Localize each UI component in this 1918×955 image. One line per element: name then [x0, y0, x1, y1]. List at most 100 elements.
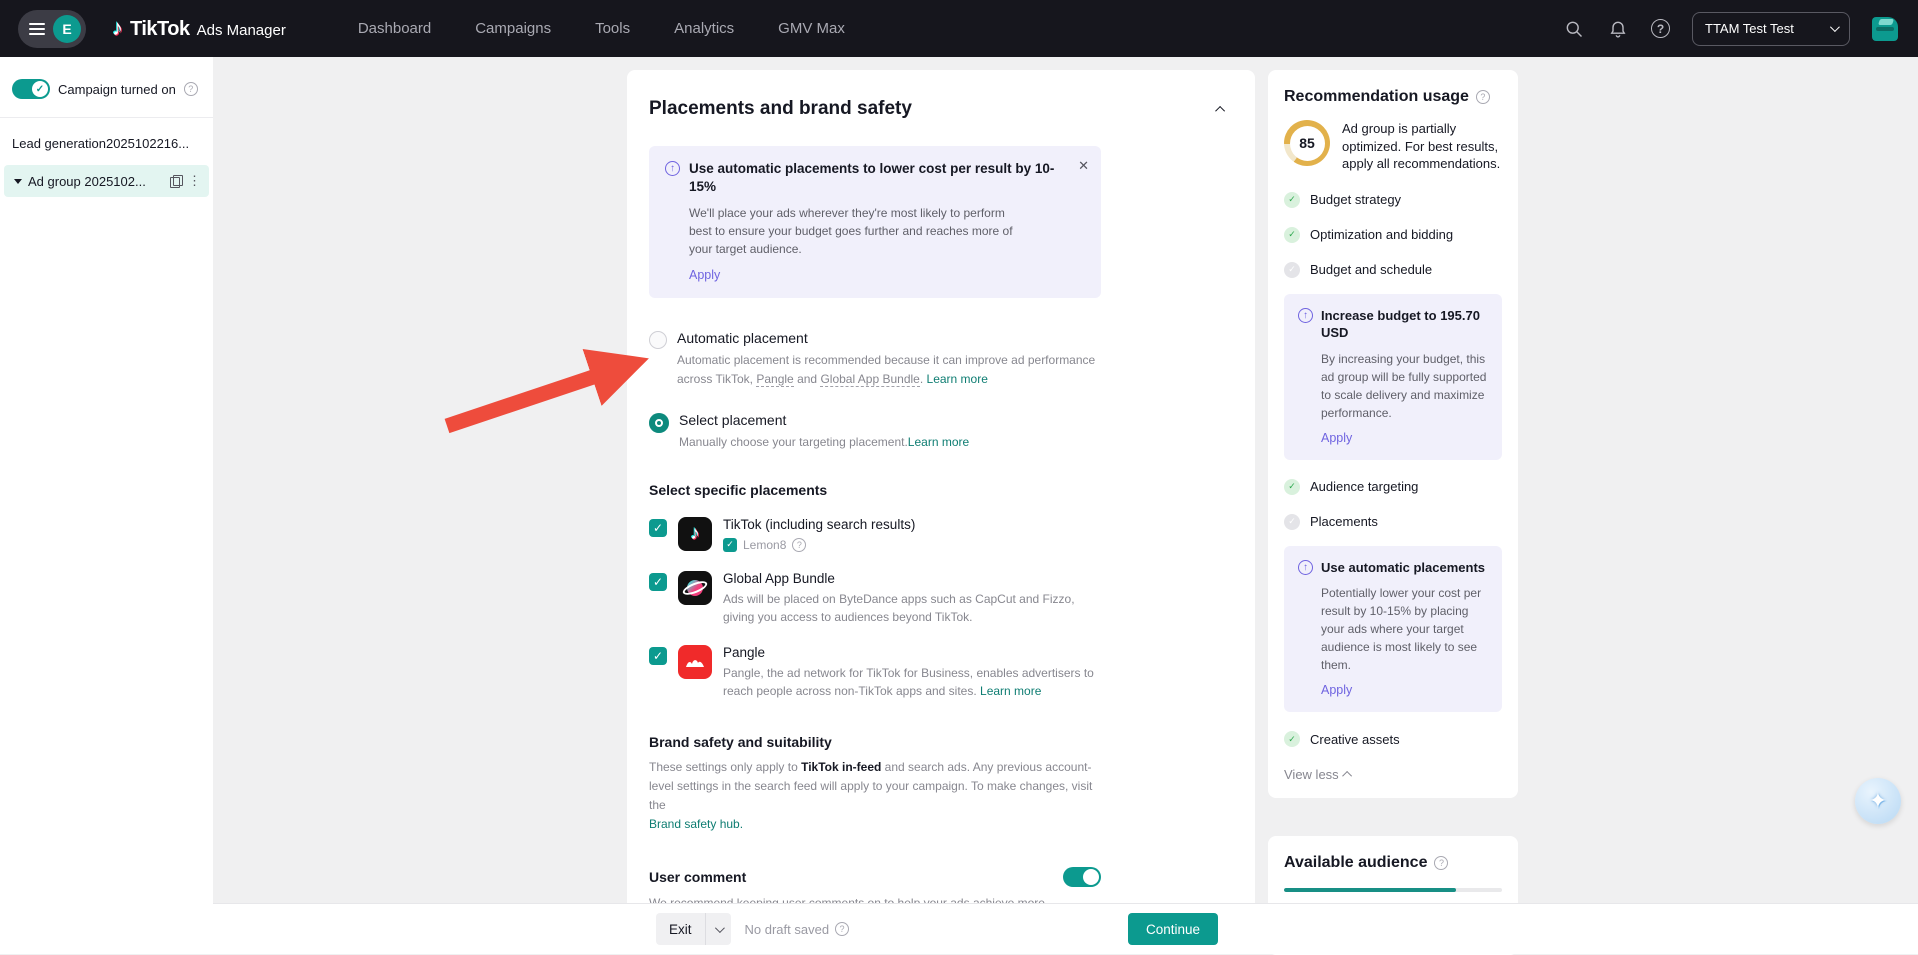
draft-help-icon[interactable]: ?: [835, 922, 850, 936]
gab-checkbox[interactable]: ✓: [649, 572, 667, 591]
lemon8-checkbox[interactable]: ✓: [723, 537, 737, 552]
audience-help-icon[interactable]: ?: [1434, 856, 1449, 871]
select-placement-label[interactable]: Select placement: [679, 412, 969, 428]
left-sidebar: ✓ Campaign turned on ? Lead generation20…: [0, 57, 213, 954]
chevron-up-icon: [1341, 771, 1352, 782]
recommendation-summary: Ad group is partially optimized. For bes…: [1342, 121, 1501, 172]
exit-button-label[interactable]: Exit: [656, 922, 705, 937]
kebab-menu-icon[interactable]: ⋮: [188, 173, 201, 189]
auto-desc-joiner: and: [793, 371, 821, 386]
pangle-checkbox[interactable]: ✓: [649, 646, 667, 665]
account-selector-dropdown[interactable]: TTAM Test Test: [1692, 11, 1850, 46]
campaign-toggle-help-icon[interactable]: ?: [183, 82, 198, 96]
chevron-down-icon: [1829, 22, 1840, 33]
check-circle-icon: ✓: [1284, 191, 1300, 208]
increase-budget-suggestion-card: ↑ Increase budget to 195.70 USD By incre…: [1284, 293, 1502, 460]
help-icon[interactable]: ?: [1651, 19, 1670, 38]
placement-pangle-row: ✓ Pangle Pangle, the ad network for TikT…: [649, 644, 1101, 700]
user-avatar[interactable]: E: [53, 14, 81, 43]
suggestion-body: By increasing your budget, this ad group…: [1321, 351, 1487, 420]
rec-item-budget-schedule[interactable]: ✓ Budget and schedule: [1284, 261, 1502, 278]
check-circle-icon: ✓: [1284, 731, 1300, 748]
user-comment-toggle[interactable]: [1063, 866, 1101, 887]
rec-item-budget-strategy[interactable]: ✓ Budget strategy: [1284, 191, 1502, 208]
lemon8-help-icon[interactable]: ?: [792, 537, 807, 552]
tiktok-placement-label: TikTok (including search results): [723, 516, 916, 532]
exit-split-button[interactable]: Exit: [656, 913, 731, 945]
rec-item-label: Placements: [1310, 514, 1378, 530]
check-circle-icon: ✓: [1284, 226, 1300, 243]
user-comment-desc: We recommend keeping user comments on to…: [649, 894, 1101, 903]
rec-item-label: Audience targeting: [1310, 479, 1419, 495]
auto-placements-apply-link[interactable]: Apply: [1321, 683, 1352, 697]
pending-circle-icon: ✓: [1284, 513, 1300, 530]
pangle-app-icon: [678, 644, 712, 679]
audience-size-bar: [1284, 888, 1502, 893]
pending-circle-icon: ✓: [1284, 261, 1300, 278]
automatic-placement-radio[interactable]: [649, 331, 667, 350]
tiktok-ads-manager-logo[interactable]: ♪ TikTok Ads Manager: [112, 16, 286, 41]
recommendation-help-icon[interactable]: ?: [1475, 90, 1490, 104]
right-panel: Recommendation usage ? 85 Ad group is pa…: [1268, 70, 1518, 955]
select-placement-radio[interactable]: [649, 413, 669, 434]
close-icon[interactable]: ✕: [1078, 158, 1089, 174]
select-placement-option: Select placement Manually choose your ta…: [649, 412, 1101, 452]
tiktok-checkbox[interactable]: ✓: [649, 518, 667, 537]
pangle-term[interactable]: Pangle: [756, 371, 794, 387]
nav-item-dashboard[interactable]: Dashboard: [358, 20, 431, 37]
nav-item-gmv-max[interactable]: GMV Max: [778, 20, 845, 37]
rec-item-optimization-bidding[interactable]: ✓ Optimization and bidding: [1284, 226, 1502, 243]
pangle-placement-label: Pangle: [723, 644, 766, 660]
account-selector-value: TTAM Test Test: [1705, 21, 1794, 36]
sidebar-adgroup-item[interactable]: Ad group 2025102... ⋮: [4, 165, 209, 197]
suggestion-title: Use automatic placements: [1321, 559, 1486, 575]
user-comment-title: User comment: [649, 868, 747, 885]
automatic-learn-more-link[interactable]: Learn more: [927, 372, 988, 386]
gab-placement-desc: Ads will be placed on ByteDance apps suc…: [723, 591, 1075, 624]
nav-menu-pill[interactable]: E: [18, 9, 86, 48]
brand-safety-hub-link[interactable]: Brand safety hub.: [649, 817, 743, 831]
global-app-bundle-icon: [678, 570, 712, 605]
bottom-action-bar: Exit No draft saved ? Continue: [213, 903, 1918, 954]
view-less-link[interactable]: View less: [1284, 767, 1502, 782]
notifications-bell-icon[interactable]: [1607, 18, 1629, 40]
rec-item-label: Budget strategy: [1310, 192, 1402, 208]
collapse-section-icon[interactable]: [1215, 105, 1226, 116]
gab-term[interactable]: Global App Bundle: [820, 371, 920, 387]
nav-item-analytics[interactable]: Analytics: [674, 20, 734, 37]
increase-budget-apply-link[interactable]: Apply: [1321, 431, 1352, 445]
pangle-learn-more-link[interactable]: Learn more: [980, 684, 1041, 698]
select-desc-text: Manually choose your targeting placement…: [679, 435, 908, 450]
account-avatar-icon[interactable]: [1872, 16, 1898, 41]
rec-item-audience-targeting[interactable]: ✓ Audience targeting: [1284, 478, 1502, 495]
sidebar-campaign-name[interactable]: Lead generation2025102216...: [0, 118, 213, 165]
caret-down-icon[interactable]: [14, 178, 22, 184]
search-icon[interactable]: [1563, 18, 1585, 40]
bs-text-1: These settings only apply to: [649, 759, 802, 774]
campaign-on-toggle[interactable]: ✓: [12, 79, 50, 99]
exit-dropdown-chevron[interactable]: [706, 922, 731, 933]
section-title: Placements and brand safety: [649, 98, 912, 119]
select-placement-desc: Manually choose your targeting placement…: [679, 433, 969, 452]
view-less-label: View less: [1284, 767, 1339, 783]
nav-item-campaigns[interactable]: Campaigns: [475, 20, 551, 37]
banner-apply-link[interactable]: Apply: [689, 268, 720, 282]
select-learn-more-link[interactable]: Learn more: [908, 435, 969, 449]
boost-icon: ↑: [1298, 307, 1313, 323]
top-navigation-bar: E ♪ TikTok Ads Manager Dashboard Campaig…: [0, 0, 1918, 57]
copy-icon[interactable]: [170, 175, 183, 188]
placements-settings-card: Placements and brand safety ↑ Use automa…: [627, 70, 1255, 903]
nav-item-tools[interactable]: Tools: [595, 20, 630, 37]
automatic-placement-label[interactable]: Automatic placement: [677, 330, 1101, 346]
rec-item-placements[interactable]: ✓ Placements: [1284, 513, 1502, 530]
tiktok-app-icon: ♪: [678, 516, 712, 551]
adgroup-name: Ad group 2025102...: [28, 173, 146, 189]
placement-tiktok-row: ✓ ♪ TikTok (including search results) ✓ …: [649, 516, 1101, 552]
recommendation-score-gauge: 85: [1284, 120, 1330, 166]
suggestion-body: Potentially lower your cost per result b…: [1321, 586, 1482, 673]
continue-button[interactable]: Continue: [1127, 913, 1218, 945]
hamburger-icon[interactable]: [29, 22, 45, 35]
rec-item-creative-assets[interactable]: ✓ Creative assets: [1284, 731, 1502, 748]
bs-bold-term: TikTok in-feed: [801, 759, 882, 774]
assistant-widget-button[interactable]: ✦: [1855, 778, 1901, 824]
